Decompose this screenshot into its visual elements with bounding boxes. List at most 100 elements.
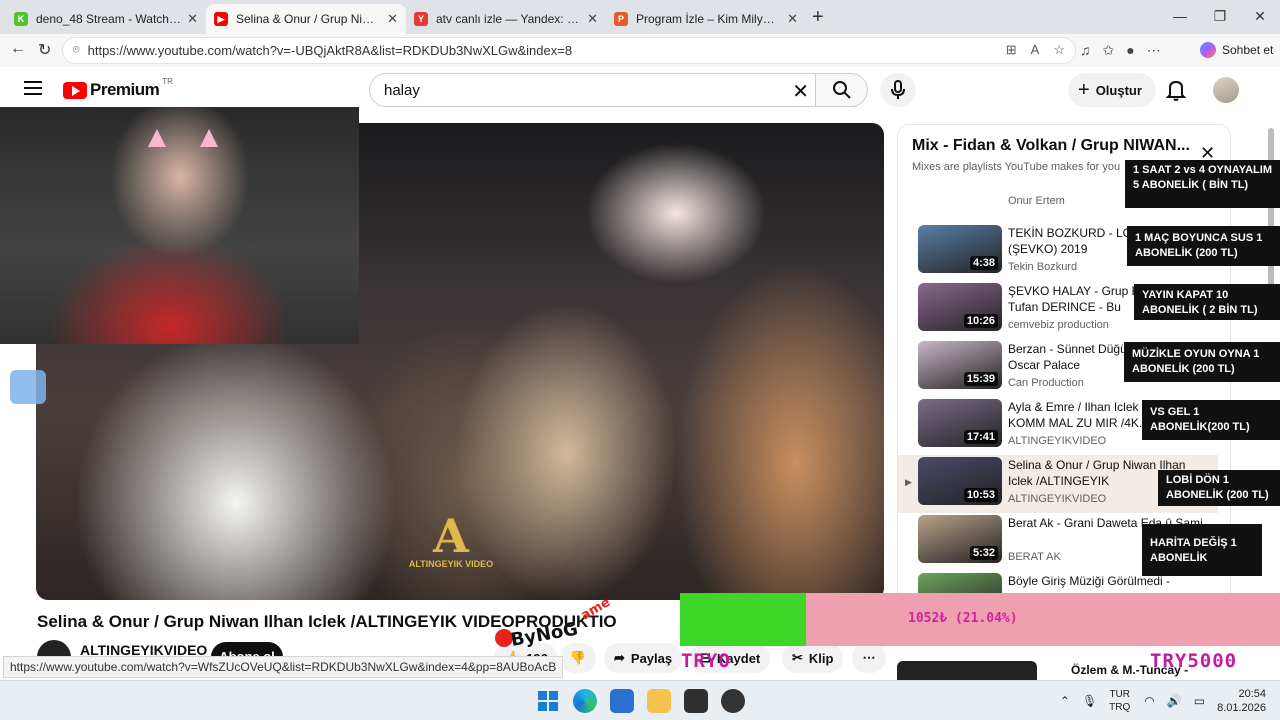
new-tab-icon[interactable]: + <box>812 6 824 29</box>
tab-title: Selina & Onur / Grup Niwan Ilhan <box>236 12 382 26</box>
site-info-icon[interactable]: ⌾ <box>73 44 80 57</box>
windows-taskbar: ⌃ 🎙 TUR TRQ ◠ 🔊 ▭ 20:54 8.01.2026 <box>0 680 1280 720</box>
search-button[interactable] <box>816 73 868 107</box>
store-icon[interactable] <box>610 689 634 713</box>
close-tab-icon[interactable]: ✕ <box>587 11 598 27</box>
copilot-label: Sohbet et <box>1222 43 1274 57</box>
microphone-icon <box>891 80 905 99</box>
minimize-icon[interactable]: — <box>1160 0 1200 34</box>
file-explorer-icon[interactable] <box>647 689 671 713</box>
snipping-tool-icon[interactable] <box>684 689 708 713</box>
goal-progress-fill <box>680 593 807 646</box>
country-code: TR <box>162 76 173 86</box>
back-arrow-icon[interactable]: ← <box>10 40 26 58</box>
share-icon: ➦ <box>614 650 625 665</box>
list-item-channel: ALTINGEYIKVIDEO <box>1008 435 1107 447</box>
close-tab-icon[interactable]: ✕ <box>387 11 398 27</box>
tray-chevron-icon[interactable]: ⌃ <box>1060 694 1070 708</box>
clock[interactable]: 20:54 8.01.2026 <box>1217 687 1266 715</box>
logo-text: Premium <box>90 80 160 99</box>
rule-box-1: 1 SAAT 2 vs 4 OYNAYALIM 5 ABONELİK ( BİN… <box>1125 160 1280 208</box>
maximize-icon[interactable]: ❐ <box>1200 0 1240 34</box>
windows-start-icon[interactable] <box>536 689 560 713</box>
profile-icon[interactable]: ● <box>1126 42 1134 59</box>
tray-mic-icon[interactable]: 🎙 <box>1082 694 1097 708</box>
brand-sup-text: ame <box>579 596 614 623</box>
list-item-channel: Can Production <box>1008 377 1084 389</box>
rule-box-7: HARİTA DEĞİŞ 1 ABONELİK <box>1142 524 1262 576</box>
list-item-channel: ALTINGEYIKVIDEO <box>1008 493 1107 505</box>
playlist-subtitle: Mixes are playlists YouTube makes for yo… <box>912 161 1121 173</box>
list-item-thumbnail: 10:26 <box>918 283 1002 331</box>
url-input[interactable]: ⌾ https://www.youtube.com/watch?v=-UBQjA… <box>62 37 1076 64</box>
app-install-icon[interactable]: ⊞ <box>1006 42 1017 58</box>
browser-toolbar: ♫ ✩ ● ⋯ <box>1080 42 1161 59</box>
wifi-icon[interactable]: ◠ <box>1144 694 1154 708</box>
edge-browser-icon[interactable] <box>573 689 597 713</box>
battery-icon[interactable]: ▭ <box>1194 694 1205 708</box>
brand-text: ByNoG <box>509 618 579 650</box>
favorite-star-icon[interactable]: ☆ <box>1053 42 1065 58</box>
create-button[interactable]: + Oluştur <box>1068 73 1156 107</box>
list-item-duration: 10:26 <box>963 314 998 328</box>
copilot-button[interactable]: Sohbet et <box>1200 42 1273 58</box>
voice-search-button[interactable] <box>880 73 916 107</box>
more-actions-button[interactable]: ⋯ <box>852 643 886 673</box>
tab-title: deno_48 Stream - Watch Live on K <box>36 12 182 26</box>
read-aloud-icon[interactable]: A <box>1031 42 1040 58</box>
youtube-premium-logo[interactable]: Premium TR <box>63 76 173 100</box>
more-menu-icon[interactable]: ⋯ <box>1147 42 1161 59</box>
browser-tab-yandex[interactable]: Y atv canlı izle — Yandex: 546 bin so ✕ <box>406 4 606 34</box>
watermark-text: ALTINGEYIK VIDEO <box>408 559 494 569</box>
media-icon[interactable]: ♫ <box>1080 42 1091 59</box>
watermark-logo-icon: A <box>433 509 469 563</box>
ticker-left: TRYO <box>681 650 731 672</box>
url-text: https://www.youtube.com/watch?v=-UBQjAkt… <box>87 43 573 58</box>
menu-hamburger-icon[interactable] <box>24 81 42 95</box>
list-item-thumbnail: 17:41 <box>918 399 1002 447</box>
obs-icon[interactable] <box>721 689 745 713</box>
browser-tab-kick[interactable]: K deno_48 Stream - Watch Live on K ✕ <box>6 4 206 34</box>
notifications-bell-icon[interactable] <box>1165 79 1187 106</box>
list-item-channel: cemvebiz production <box>1008 319 1109 331</box>
list-item-thumbnail: 4:38 <box>918 225 1002 273</box>
close-tab-icon[interactable]: ✕ <box>187 11 198 27</box>
lang-bottom: TRQ <box>1109 702 1131 713</box>
browser-tab-program[interactable]: P Program İzle – Kim Milyoner Olma ✕ <box>606 4 806 34</box>
next-item-thumbnail <box>897 661 1037 681</box>
close-window-icon[interactable]: ✕ <box>1240 0 1280 34</box>
share-label: Paylaş <box>630 650 673 666</box>
search-icon <box>832 81 851 99</box>
account-avatar[interactable] <box>1213 77 1239 103</box>
system-tray: ⌃ 🎙 TUR TRQ ◠ 🔊 ▭ 20:54 8.01.2026 <box>1060 681 1280 720</box>
clock-time: 20:54 <box>1238 688 1266 700</box>
clear-search-icon[interactable]: ✕ <box>792 79 809 104</box>
program-favicon-icon: P <box>614 12 628 26</box>
list-item-duration: 15:39 <box>963 372 998 386</box>
list-item-channel: BERAT AK <box>1008 551 1061 563</box>
clock-date: 8.01.2026 <box>1217 702 1266 714</box>
reload-icon[interactable]: ↻ <box>38 40 51 60</box>
clip-button[interactable]: ✂ Klip <box>782 643 844 673</box>
kick-favicon-icon: K <box>14 12 28 26</box>
favorites-icon[interactable]: ✩ <box>1103 42 1115 59</box>
plus-icon: + <box>1078 78 1090 101</box>
language-indicator[interactable]: TUR TRQ <box>1109 688 1130 714</box>
search-input[interactable]: halay ✕ <box>369 73 816 107</box>
volume-icon[interactable]: 🔊 <box>1167 694 1182 708</box>
browser-tab-strip: K deno_48 Stream - Watch Live on K ✕ ▶ S… <box>0 0 1280 34</box>
floating-app-icon[interactable] <box>10 370 46 404</box>
tab-title: atv canlı izle — Yandex: 546 bin so <box>436 12 581 26</box>
next-list-item[interactable]: Özlem & M.-Tuncay - <box>897 661 1197 681</box>
list-item-thumbnail: 10:53 <box>918 457 1002 505</box>
list-item-channel: Tekin Bozkurd <box>1008 261 1078 273</box>
address-bar-row: ← ↻ ⌾ https://www.youtube.com/watch?v=-U… <box>0 34 1280 67</box>
browser-tab-youtube[interactable]: ▶ Selina & Onur / Grup Niwan Ilhan ✕ <box>206 4 406 34</box>
scissors-icon: ✂ <box>792 650 803 665</box>
cat-ears-headset-icon <box>148 129 218 159</box>
close-tab-icon[interactable]: ✕ <box>787 11 798 27</box>
next-item-title: Özlem & M.-Tuncay - <box>1071 663 1189 677</box>
webcam-overlay <box>0 107 359 344</box>
bynogame-logo: ByNoG ame <box>495 596 614 651</box>
link-status-url: https://www.youtube.com/watch?v=WfsZUcOV… <box>3 656 564 678</box>
